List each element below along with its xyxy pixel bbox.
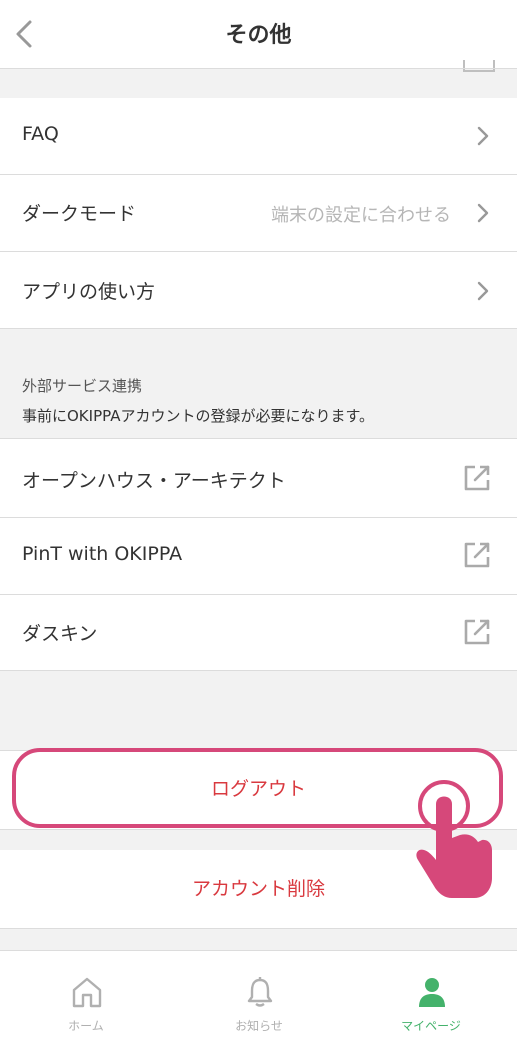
divider [0,328,517,329]
external-link-icon [464,542,490,568]
external-item-label: PinT with OKIPPA [22,543,183,565]
dark-mode-value: 端末の設定に合わせる [271,205,451,226]
bell-icon [247,977,273,1007]
divider [0,670,517,671]
tab-mypage[interactable]: マイページ [345,951,517,1049]
section-note: 事前にOKIPPAアカウントの登録が必要になります。 [22,407,374,425]
delete-account-label: アカウント削除 [191,878,325,900]
tab-home[interactable]: ホーム [0,951,172,1049]
menu-item-label: FAQ [22,123,59,145]
external-item-duskin[interactable]: ダスキン [0,595,517,670]
tab-notifications[interactable]: お知らせ [173,951,345,1049]
external-item-pint[interactable]: PinT with OKIPPA [0,518,517,594]
menu-item-how-to-use[interactable]: アプリの使い方 [0,252,517,328]
chevron-right-icon [477,126,489,146]
external-item-label: ダスキン [22,623,98,645]
header: その他 [0,0,517,68]
tab-label: ホーム [68,1019,104,1033]
menu-item-faq[interactable]: FAQ [0,98,517,174]
pointing-hand-icon [416,780,492,898]
section-caption: 外部サービス連携 [22,377,143,395]
chevron-right-icon [477,281,489,301]
tab-label: マイページ [401,1019,461,1033]
menu-item-dark-mode[interactable]: ダークモード 端末の設定に合わせる [0,175,517,251]
menu-item-label: ダークモード [22,203,137,225]
divider [0,68,517,69]
home-icon [72,977,102,1008]
external-link-icon [464,465,490,491]
person-icon [419,978,445,1007]
menu-item-label: アプリの使い方 [22,281,156,303]
page-title: その他 [225,23,292,48]
chevron-right-icon [477,203,489,223]
divider [0,928,517,929]
external-item-open-house[interactable]: オープンハウス・アーキテクト [0,439,517,517]
external-link-icon [464,619,490,645]
tab-bar: ホーム お知らせ マイページ [0,950,517,1049]
external-item-label: オープンハウス・アーキテクト [22,470,286,492]
tab-label: お知らせ [235,1019,283,1033]
partial-row-icon [463,60,495,72]
